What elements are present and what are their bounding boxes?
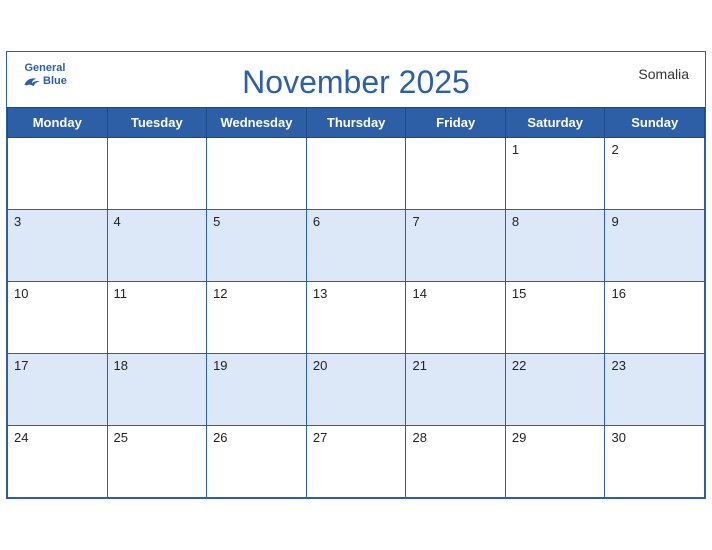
day-number: 21 [412,358,426,373]
table-cell: 7 [406,210,505,282]
day-number: 24 [14,430,28,445]
day-number: 17 [14,358,28,373]
logo-blue: Blue [23,74,67,88]
day-number: 7 [412,214,419,229]
day-number: 26 [213,430,227,445]
table-cell: 28 [406,426,505,498]
table-row: 12 [8,138,705,210]
table-cell: 9 [605,210,705,282]
col-wednesday: Wednesday [207,108,307,138]
table-cell: 2 [605,138,705,210]
table-cell: 22 [505,354,605,426]
table-cell [406,138,505,210]
day-number: 8 [512,214,519,229]
day-number: 10 [14,286,28,301]
table-cell: 11 [107,282,207,354]
calendar-body: 1234567891011121314151617181920212223242… [8,138,705,498]
day-number: 3 [14,214,21,229]
day-number: 13 [313,286,327,301]
table-cell: 29 [505,426,605,498]
table-cell: 15 [505,282,605,354]
table-cell [207,138,307,210]
day-number: 12 [213,286,227,301]
table-row: 17 18 19 20 21 22 23 [8,354,705,426]
logo-bird-icon [23,74,41,88]
col-thursday: Thursday [306,108,406,138]
weekday-header-row: Monday Tuesday Wednesday Thursday Friday… [8,108,705,138]
day-number: 25 [114,430,128,445]
table-cell: 13 [306,282,406,354]
country-label: Somalia [638,66,689,82]
table-cell: 6 [306,210,406,282]
table-cell: 27 [306,426,406,498]
table-cell: 4 [107,210,207,282]
table-cell: 26 [207,426,307,498]
day-number: 4 [114,214,121,229]
table-cell: 1 [505,138,605,210]
day-number: 22 [512,358,526,373]
table-row: 3 4 5 6 7 8 9 [8,210,705,282]
table-cell: 24 [8,426,108,498]
day-number: 30 [611,430,625,445]
table-cell: 3 [8,210,108,282]
col-monday: Monday [8,108,108,138]
table-cell [306,138,406,210]
day-number: 23 [611,358,625,373]
calendar-header: General Blue November 2025 Somalia [7,52,705,107]
calendar-table: Monday Tuesday Wednesday Thursday Friday… [7,107,705,498]
day-number: 11 [114,286,128,301]
day-number: 29 [512,430,526,445]
col-tuesday: Tuesday [107,108,207,138]
table-cell: 17 [8,354,108,426]
day-number: 1 [512,142,519,157]
day-number: 18 [114,358,128,373]
day-number: 6 [313,214,320,229]
table-cell: 5 [207,210,307,282]
month-title: November 2025 [242,64,470,101]
table-cell: 12 [207,282,307,354]
day-number: 9 [611,214,618,229]
day-number: 20 [313,358,327,373]
day-number: 14 [412,286,426,301]
table-cell: 30 [605,426,705,498]
table-cell: 16 [605,282,705,354]
day-number: 15 [512,286,526,301]
day-number: 5 [213,214,220,229]
day-number: 16 [611,286,625,301]
table-cell: 14 [406,282,505,354]
logo: General Blue [23,62,67,88]
col-friday: Friday [406,108,505,138]
table-cell: 18 [107,354,207,426]
day-number: 19 [213,358,227,373]
calendar: General Blue November 2025 Somalia Monda… [6,51,706,499]
col-saturday: Saturday [505,108,605,138]
table-row: 24 25 26 27 28 29 30 [8,426,705,498]
col-sunday: Sunday [605,108,705,138]
table-cell [8,138,108,210]
table-cell: 21 [406,354,505,426]
day-number: 27 [313,430,327,445]
table-cell: 8 [505,210,605,282]
table-cell: 19 [207,354,307,426]
table-cell: 10 [8,282,108,354]
logo-general: General [24,62,65,74]
day-number: 2 [611,142,618,157]
table-cell: 20 [306,354,406,426]
day-number: 28 [412,430,426,445]
table-cell: 25 [107,426,207,498]
table-row: 10 11 12 13 14 15 16 [8,282,705,354]
table-cell: 23 [605,354,705,426]
table-cell [107,138,207,210]
